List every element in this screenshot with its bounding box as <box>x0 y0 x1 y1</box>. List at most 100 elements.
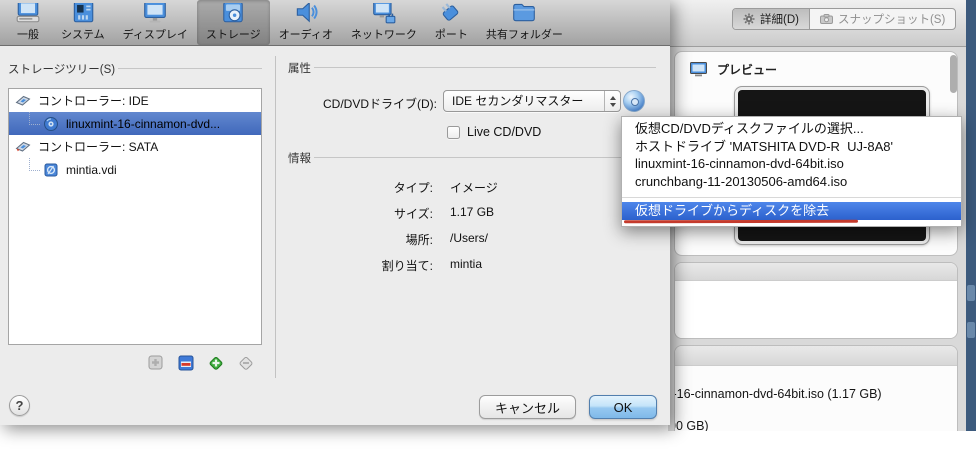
divider <box>314 67 656 68</box>
hard-disk-icon <box>43 162 59 178</box>
toolbar-item-label: システム <box>61 29 105 41</box>
camera-icon <box>819 14 833 24</box>
info-type-label: タイプ: <box>393 181 433 195</box>
information-section-title: 情報 <box>288 153 311 165</box>
manager-scrollbar[interactable] <box>950 55 957 93</box>
select-stepper <box>604 91 620 111</box>
toolbar-item-ports[interactable]: ポート <box>426 0 477 45</box>
tree-row-controller-sata[interactable]: コントローラー: SATA <box>9 135 261 158</box>
add-attachment-button[interactable] <box>207 354 225 372</box>
toolbar-item-network[interactable]: ネットワーク <box>342 0 426 45</box>
panel-divider <box>275 56 276 378</box>
toolbar-item-system[interactable]: システム <box>52 0 114 45</box>
remove-controller-button[interactable] <box>177 354 195 372</box>
help-button[interactable]: ? <box>9 395 30 416</box>
toolbar-item-label: ネットワーク <box>350 29 417 41</box>
chevron-down-icon <box>609 102 616 107</box>
vm-settings-dialog: 一般 システム ディスプレイ ストレージ オーディオ ネットワーク ポート 共有… <box>0 0 670 425</box>
toolbar-item-general[interactable]: 一般 <box>4 0 52 45</box>
manager-panel-middle <box>674 262 958 339</box>
info-type-value: イメージ <box>450 181 498 195</box>
menu-separator <box>622 197 961 198</box>
tree-row-controller-ide[interactable]: コントローラー: IDE <box>9 89 261 112</box>
ide-controller-icon <box>15 93 31 109</box>
tree-row-dvd-attachment[interactable]: linuxmint-16-cinnamon-dvd... <box>9 112 261 135</box>
settings-toolbar: 一般 システム ディスプレイ ストレージ オーディオ ネットワーク ポート 共有… <box>0 0 670 46</box>
ok-button[interactable]: OK <box>589 395 657 419</box>
tab-details-label: 詳細(D) <box>760 14 799 26</box>
remove-attachment-button[interactable] <box>237 354 255 372</box>
tree-row-label: コントローラー: SATA <box>38 140 159 154</box>
monitor-icon <box>690 62 707 77</box>
sata-controller-icon <box>15 139 31 155</box>
toolbar-item-label: 共有フォルダー <box>485 29 563 41</box>
cancel-button[interactable]: キャンセル <box>479 395 576 419</box>
toolbar-item-label: ディスプレイ <box>122 29 188 41</box>
ports-icon <box>436 3 466 24</box>
cd-dvd-drive-selected-option: IDE セカンダリマスター <box>452 94 584 108</box>
tab-details[interactable]: 詳細(D) <box>733 9 810 29</box>
info-size-value: 1.17 GB <box>450 205 495 219</box>
shared-folders-icon <box>509 3 539 24</box>
menu-item-linuxmint-iso[interactable]: linuxmint-16-cinnamon-dvd-64bit.iso <box>622 155 961 173</box>
tree-connector <box>29 112 40 125</box>
general-icon <box>13 3 43 24</box>
desktop-texture <box>967 322 975 338</box>
audio-icon <box>291 3 321 24</box>
desktop-background-strip <box>966 0 976 431</box>
network-icon <box>369 3 399 24</box>
menu-item-choose-disk-file[interactable]: 仮想CD/DVDディスクファイルの選択... <box>622 120 961 138</box>
gear-icon <box>743 13 755 25</box>
manager-panel-middle-header <box>675 263 957 281</box>
tree-row-label: コントローラー: IDE <box>38 94 149 108</box>
desktop-texture <box>967 285 975 301</box>
manager-panel-middle-body <box>675 281 957 338</box>
storage-tree-actions <box>147 354 255 372</box>
cd-dvd-drive-select[interactable]: IDE セカンダリマスター <box>443 90 621 112</box>
tree-connector <box>29 158 40 171</box>
divider <box>314 157 656 158</box>
menu-item-host-drive[interactable]: ホストドライブ 'MATSHITA DVD-R UJ-8A8' <box>622 138 961 156</box>
tab-snapshots-label: スナップショット(S) <box>837 14 946 26</box>
live-cd-checkbox[interactable] <box>447 126 460 139</box>
choose-disk-menu-button[interactable] <box>623 90 645 112</box>
manager-storage-attachment-text-2: 00 GB) <box>675 419 709 431</box>
info-attached-label: 割り当て: <box>381 259 433 273</box>
storage-icon <box>218 3 248 24</box>
menu-item-crunchbang-iso[interactable]: crunchbang-11-20130506-amd64.iso <box>622 173 961 191</box>
tab-snapshots[interactable]: スナップショット(S) <box>810 9 955 29</box>
cd-dvd-drive-label: CD/DVDドライブ(D): <box>323 97 437 111</box>
info-attached-value: mintia <box>450 257 483 271</box>
attributes-section-title: 属性 <box>288 63 311 75</box>
info-size-label: サイズ: <box>394 207 433 221</box>
storage-tree-title: ストレージツリー(S) <box>8 64 116 76</box>
tree-row-vdi-attachment[interactable]: mintia.vdi <box>9 158 261 181</box>
manager-panel-storage-header <box>675 346 957 366</box>
view-mode-segmented-control: 詳細(D) スナップショット(S) <box>732 8 957 30</box>
manager-storage-attachment-text: t-16-cinnamon-dvd-64bit.iso (1.17 GB) <box>674 387 882 401</box>
preview-panel-header: プレビュー <box>690 61 777 78</box>
cd-drive-context-menu: 仮想CD/DVDディスクファイルの選択... ホストドライブ 'MATSHITA… <box>621 116 962 227</box>
live-cd-label: Live CD/DVD <box>467 125 542 139</box>
toolbar-item-audio[interactable]: オーディオ <box>270 0 342 45</box>
toolbar-item-label: 一般 <box>17 29 39 41</box>
screenshot-stage: 詳細(D) スナップショット(S) プレビュー t-16-cinnamon-dv… <box>0 0 976 467</box>
tree-row-label: mintia.vdi <box>66 162 117 177</box>
toolbar-item-display[interactable]: ディスプレイ <box>114 0 197 45</box>
toolbar-item-shared-folders[interactable]: 共有フォルダー <box>477 0 572 45</box>
add-controller-button[interactable] <box>147 354 165 372</box>
manager-panel-storage: t-16-cinnamon-dvd-64bit.iso (1.17 GB) 00… <box>674 345 958 431</box>
toolbar-item-label: ポート <box>434 29 468 41</box>
divider <box>118 68 262 69</box>
toolbar-item-label: ストレージ <box>205 29 261 41</box>
menu-item-remove-disk[interactable]: 仮想ドライブからディスクを除去 <box>622 202 961 220</box>
red-underline-annotation <box>623 219 859 224</box>
system-icon <box>68 3 98 24</box>
info-location-value: /Users/ <box>450 231 489 245</box>
display-icon <box>140 3 170 24</box>
storage-tree-list: コントローラー: IDE linuxmint-16-cinnamon-dvd..… <box>8 88 262 345</box>
info-location-label: 場所: <box>405 233 433 247</box>
toolbar-item-storage[interactable]: ストレージ <box>196 0 270 45</box>
tree-row-label: linuxmint-16-cinnamon-dvd... <box>66 116 221 131</box>
cd-disc-icon <box>43 116 59 132</box>
